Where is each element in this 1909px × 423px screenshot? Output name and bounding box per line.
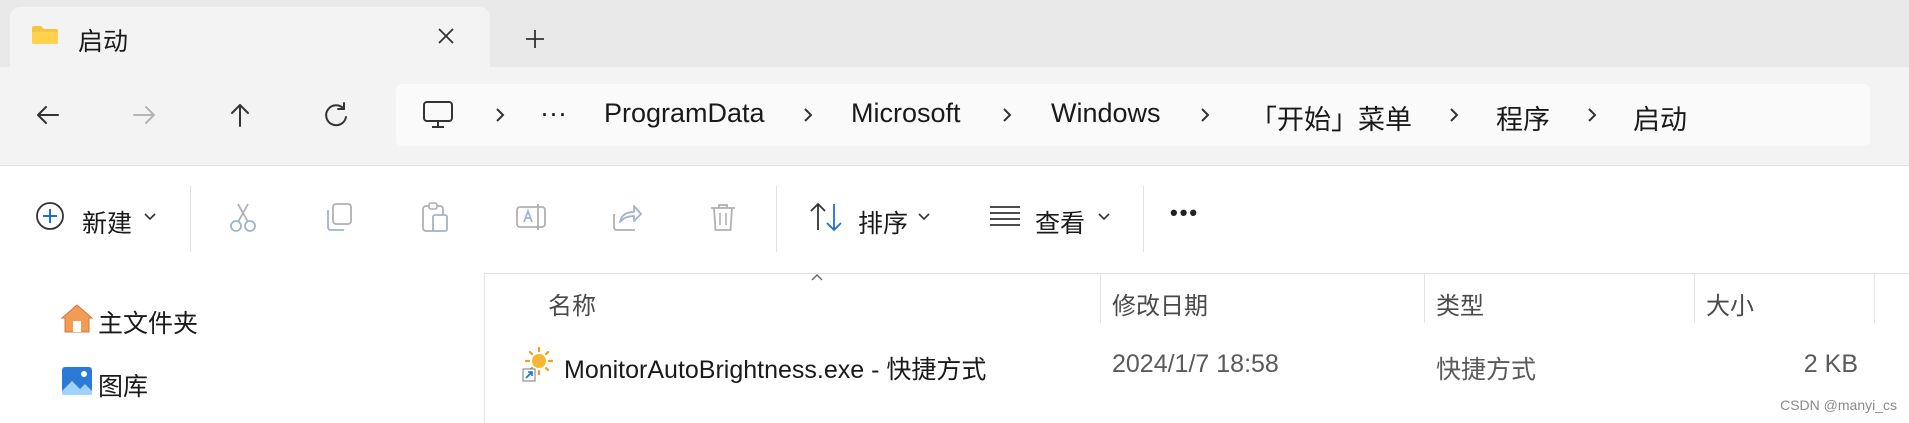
up-button[interactable] xyxy=(220,95,260,135)
tab-title: 启动 xyxy=(78,28,129,56)
share-icon[interactable] xyxy=(610,200,644,234)
chevron-right-icon[interactable] xyxy=(1582,102,1602,128)
chevron-down-icon xyxy=(1098,213,1110,221)
watermark: CSDN @manyi_cs xyxy=(1780,397,1897,413)
sidebar-item-label: 图库 xyxy=(98,373,149,401)
forward-button[interactable] xyxy=(124,95,164,135)
breadcrumb-start-menu[interactable]: 「开始」菜单 xyxy=(1250,98,1412,137)
breadcrumb-startup[interactable]: 启动 xyxy=(1633,98,1687,137)
arrow-right-icon xyxy=(133,106,155,124)
table-row[interactable]: MonitorAutoBrightness.exe - 快捷方式 2024/1/… xyxy=(520,340,1880,390)
refresh-icon xyxy=(325,102,347,127)
chevron-right-icon[interactable] xyxy=(1444,102,1464,128)
add-circle-icon xyxy=(36,202,64,230)
breadcrumb-programdata[interactable]: ProgramData xyxy=(604,98,765,129)
paste-icon[interactable] xyxy=(418,200,452,234)
view-icon xyxy=(990,206,1020,226)
file-type: 快捷方式 xyxy=(1436,356,1537,384)
view-label: 查看 xyxy=(1035,210,1086,238)
this-pc-icon[interactable] xyxy=(422,100,454,130)
chevron-right-icon[interactable] xyxy=(1195,102,1215,128)
breadcrumb-windows[interactable]: Windows xyxy=(1051,98,1161,129)
file-modified: 2024/1/7 18:58 xyxy=(1112,350,1279,378)
divider xyxy=(776,186,777,252)
plus-icon[interactable] xyxy=(522,26,548,52)
new-label: 新建 xyxy=(82,210,133,238)
column-divider[interactable] xyxy=(1100,273,1101,323)
sidebar-item-home[interactable]: 主文件夹 xyxy=(60,302,220,338)
delete-icon[interactable] xyxy=(706,200,740,234)
column-divider[interactable] xyxy=(1874,273,1875,323)
column-divider[interactable] xyxy=(1694,273,1695,323)
back-button[interactable] xyxy=(28,95,68,135)
column-header-type[interactable]: 类型 xyxy=(1436,286,1484,321)
copy-icon[interactable] xyxy=(322,200,356,234)
file-name: MonitorAutoBrightness.exe - 快捷方式 xyxy=(564,356,987,384)
chevron-right-icon[interactable] xyxy=(997,102,1017,128)
sort-ascending-icon xyxy=(811,274,823,281)
rename-icon[interactable] xyxy=(514,200,548,234)
cut-icon[interactable] xyxy=(226,200,260,234)
file-size: 2 KB xyxy=(1803,350,1858,378)
sidebar-item-gallery[interactable]: 图库 xyxy=(60,365,190,401)
new-button[interactable]: 新建 xyxy=(30,190,160,246)
chevron-right-icon[interactable] xyxy=(798,102,818,128)
folder-icon xyxy=(32,26,58,44)
view-button[interactable]: 查看 xyxy=(986,190,1120,246)
column-header-modified[interactable]: 修改日期 xyxy=(1112,286,1208,321)
chevron-right-icon[interactable] xyxy=(490,102,510,128)
breadcrumb-microsoft[interactable]: Microsoft xyxy=(851,98,961,129)
sort-icon xyxy=(810,202,842,232)
column-header-name[interactable]: 名称 xyxy=(548,286,596,321)
arrow-left-icon xyxy=(37,106,59,124)
chevron-down-icon xyxy=(144,213,156,221)
more-icon[interactable]: ••• xyxy=(1170,200,1199,226)
column-divider[interactable] xyxy=(1424,273,1425,323)
sidebar-item-label: 主文件夹 xyxy=(98,310,199,338)
home-icon xyxy=(60,304,94,333)
shortcut-sun-icon xyxy=(522,346,554,382)
refresh-button[interactable] xyxy=(316,95,356,135)
sort-label: 排序 xyxy=(858,210,909,238)
arrow-up-icon xyxy=(231,104,249,127)
command-bar xyxy=(0,165,1909,274)
chevron-down-icon xyxy=(918,213,930,221)
breadcrumb-overflow[interactable]: ··· xyxy=(540,98,567,129)
gallery-icon xyxy=(62,367,92,395)
sort-button[interactable]: 排序 xyxy=(806,190,940,246)
close-icon[interactable] xyxy=(434,24,458,48)
breadcrumb-programs[interactable]: 程序 xyxy=(1496,98,1550,137)
divider xyxy=(190,186,191,252)
divider xyxy=(1143,186,1144,252)
column-header-size[interactable]: 大小 xyxy=(1706,286,1754,321)
